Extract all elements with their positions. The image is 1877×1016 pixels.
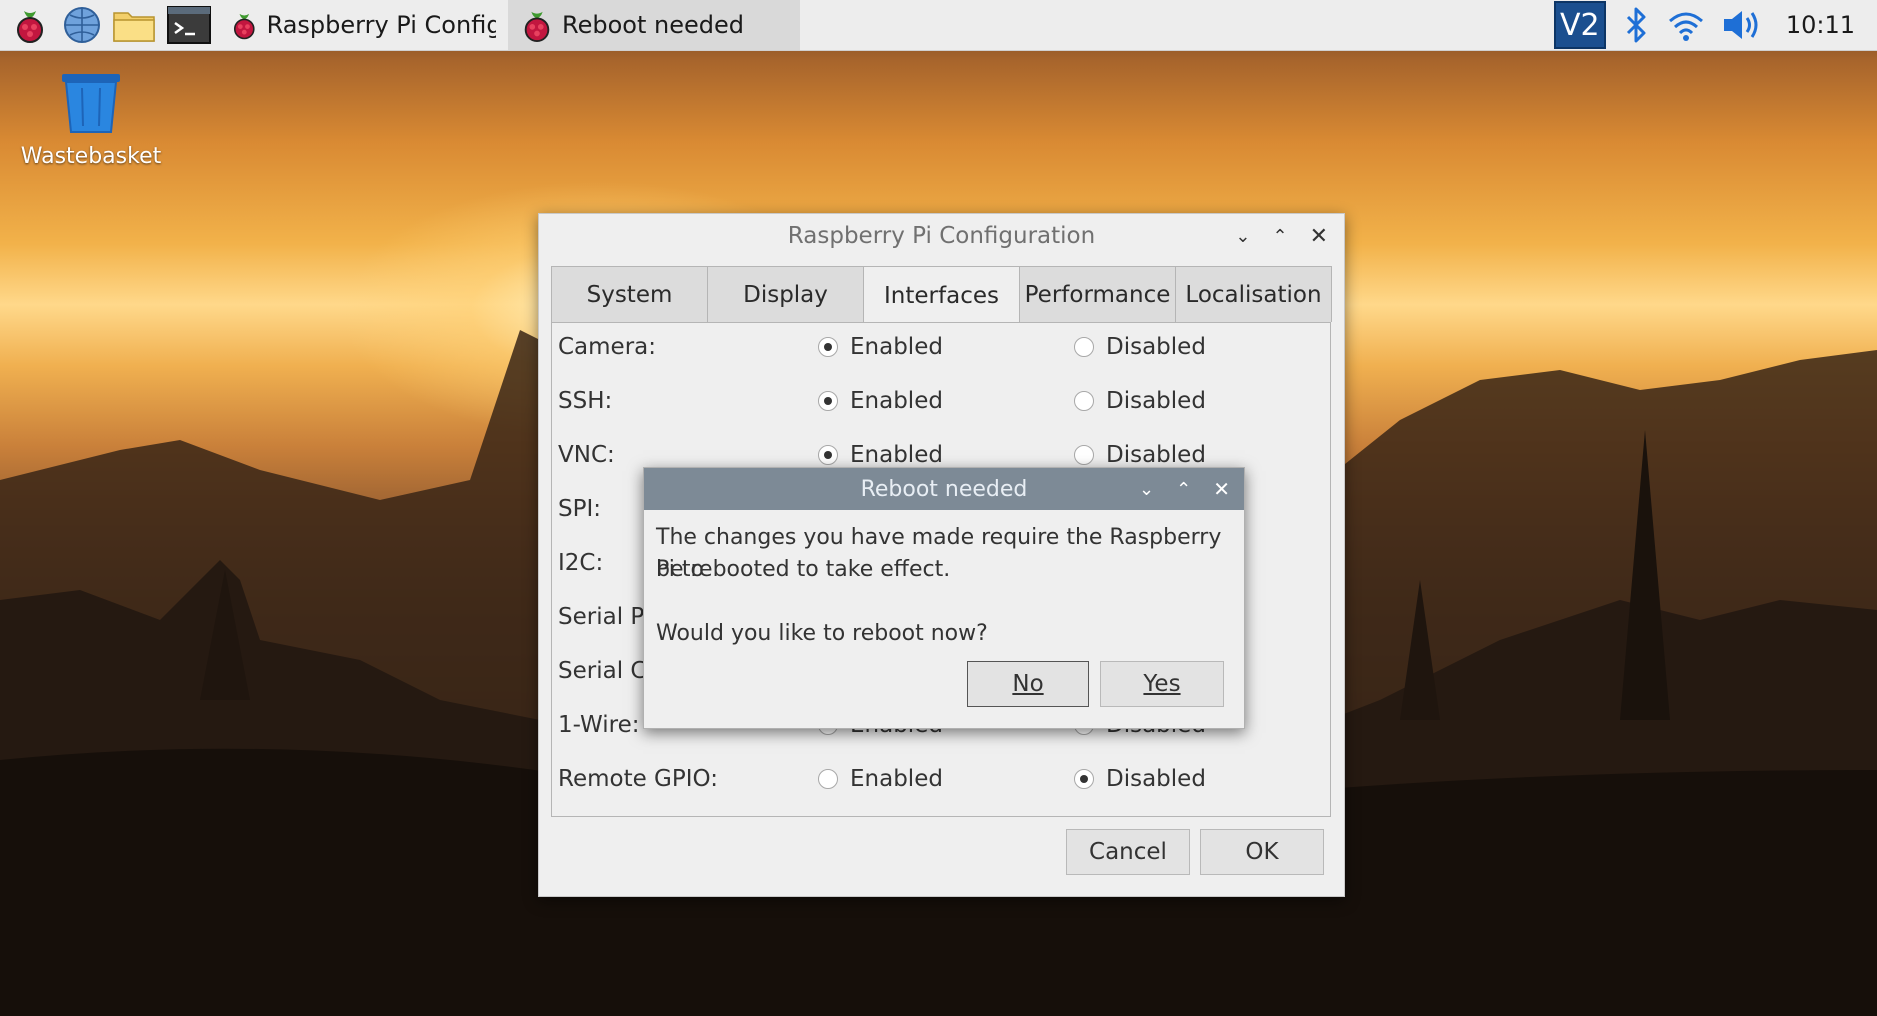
wifi-icon[interactable] — [1666, 5, 1706, 45]
radio-label: Enabled — [850, 388, 943, 414]
system-tray: V2 10:11 — [1553, 0, 1877, 50]
tab-localisation[interactable]: Localisation — [1175, 266, 1332, 322]
radio-label: Disabled — [1106, 334, 1206, 360]
radio-indicator — [818, 445, 838, 465]
radio-indicator — [818, 769, 838, 789]
radio-label: Enabled — [850, 442, 943, 468]
remote-gpio-enabled-radio[interactable]: Enabled — [818, 766, 943, 792]
cancel-button[interactable]: Cancel — [1066, 829, 1190, 875]
radio-indicator — [1074, 445, 1094, 465]
maximize-icon[interactable]: ⌃ — [1272, 226, 1287, 247]
radio-indicator — [818, 337, 838, 357]
maximize-icon[interactable]: ⌃ — [1176, 479, 1191, 500]
wastebasket-label: Wastebasket — [20, 144, 162, 169]
terminal-icon[interactable] — [160, 0, 218, 50]
vnc-disabled-radio[interactable]: Disabled — [1074, 442, 1206, 468]
clock[interactable]: 10:11 — [1786, 11, 1855, 39]
raspberry-icon — [233, 13, 255, 40]
tab-system[interactable]: System — [551, 266, 708, 322]
wastebasket-desktop-icon[interactable]: Wastebasket — [18, 70, 164, 169]
radio-indicator — [1074, 769, 1094, 789]
ok-button[interactable]: OK — [1200, 829, 1324, 875]
tab-display[interactable]: Display — [707, 266, 864, 322]
radio-indicator — [818, 391, 838, 411]
yes-button[interactable]: Yes — [1100, 661, 1224, 707]
taskbar: Raspberry Pi Configu... Reboot needed V2… — [0, 0, 1877, 51]
radio-indicator — [1074, 391, 1094, 411]
taskbar-task-reboot-needed[interactable]: Reboot needed — [508, 0, 800, 50]
file-manager-icon[interactable] — [108, 0, 160, 50]
radio-label: Disabled — [1106, 388, 1206, 414]
minimize-icon[interactable]: ⌄ — [1139, 479, 1154, 500]
dialog-question: Would you like to reboot now? — [656, 621, 988, 646]
task-label: Reboot needed — [562, 11, 744, 39]
radio-label: Enabled — [850, 334, 943, 360]
raspberry-menu-icon[interactable] — [4, 0, 56, 50]
vnc-enabled-radio[interactable]: Enabled — [818, 442, 943, 468]
tab-bar: System Display Interfaces Performance Lo… — [551, 266, 1332, 324]
bluetooth-icon[interactable] — [1620, 5, 1652, 45]
camera-disabled-radio[interactable]: Disabled — [1074, 334, 1206, 360]
interface-row-ssh: SSH: Enabled Disabled — [552, 381, 1332, 421]
interface-name: 1-Wire: — [558, 712, 640, 738]
interface-row-camera: Camera: Enabled Disabled — [552, 327, 1332, 367]
interface-row-remote-gpio: Remote GPIO: Enabled Disabled — [552, 759, 1332, 799]
camera-enabled-radio[interactable]: Enabled — [818, 334, 943, 360]
web-browser-icon[interactable] — [56, 0, 108, 50]
interface-name: SSH: — [558, 388, 613, 414]
radio-label: Enabled — [850, 766, 943, 792]
volume-icon[interactable] — [1720, 5, 1764, 45]
close-icon[interactable]: ✕ — [1213, 477, 1230, 501]
window-controls: ⌄ ⌃ ✕ — [1235, 214, 1328, 258]
wastebasket-icon — [62, 74, 120, 133]
interface-name: VNC: — [558, 442, 615, 468]
raspberry-icon — [524, 11, 550, 42]
interface-name: Remote GPIO: — [558, 766, 718, 792]
radio-label: Disabled — [1106, 442, 1206, 468]
tab-interfaces[interactable]: Interfaces — [863, 266, 1020, 324]
tab-performance[interactable]: Performance — [1019, 266, 1176, 322]
interface-name: Camera: — [558, 334, 657, 360]
dialog-message-line-2: be rebooted to take effect. — [656, 557, 951, 582]
close-icon[interactable]: ✕ — [1310, 224, 1328, 249]
radio-indicator — [1074, 337, 1094, 357]
reboot-dialog: Reboot needed ⌄ ⌃ ✕ The changes you have… — [643, 467, 1245, 729]
window-title: Raspberry Pi Configuration — [787, 223, 1096, 249]
ssh-enabled-radio[interactable]: Enabled — [818, 388, 943, 414]
remote-gpio-disabled-radio[interactable]: Disabled — [1074, 766, 1206, 792]
dialog-window-controls: ⌄ ⌃ ✕ — [1139, 468, 1230, 510]
minimize-icon[interactable]: ⌄ — [1235, 226, 1250, 247]
interface-name: I2C: — [558, 550, 604, 576]
vnc-icon-label: V2 — [1560, 7, 1600, 43]
radio-label: Disabled — [1106, 766, 1206, 792]
task-label: Raspberry Pi Configu... — [266, 11, 496, 39]
vnc-icon[interactable]: V2 — [1553, 1, 1606, 49]
interface-name: SPI: — [558, 496, 602, 522]
taskbar-task-raspi-config[interactable]: Raspberry Pi Configu... — [218, 0, 508, 50]
ssh-disabled-radio[interactable]: Disabled — [1074, 388, 1206, 414]
no-button[interactable]: No — [967, 661, 1089, 707]
